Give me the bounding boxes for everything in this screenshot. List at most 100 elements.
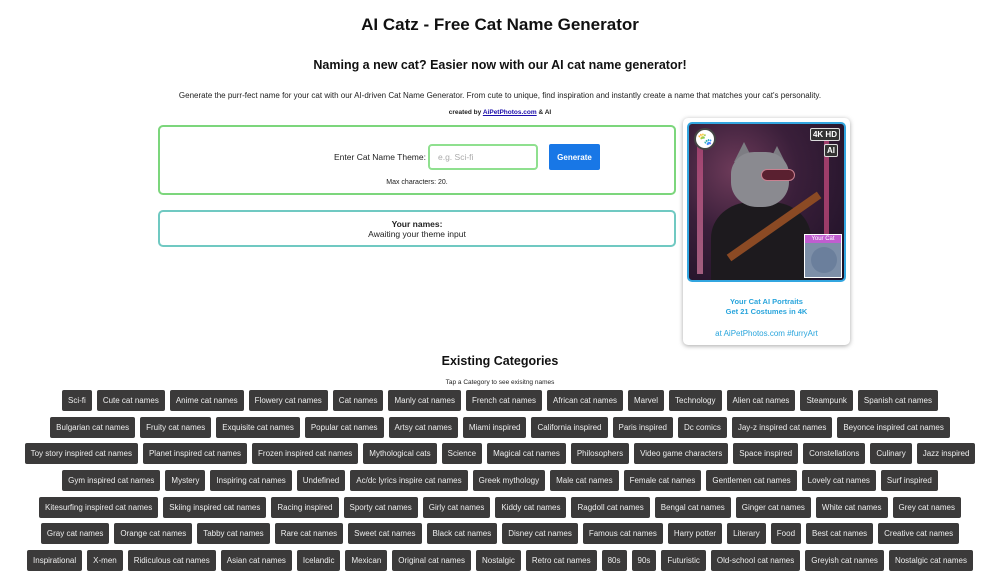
category-chip[interactable]: Jazz inspired (916, 443, 976, 465)
category-chip[interactable]: Rare cat names (274, 523, 344, 545)
category-chip[interactable]: Inspiring cat names (210, 470, 292, 492)
category-chip[interactable]: Paris inspired (612, 416, 673, 438)
category-chip[interactable]: Gray cat names (40, 523, 110, 545)
category-chip[interactable]: Original cat names (392, 550, 471, 572)
category-chip[interactable]: Spanish cat names (857, 390, 938, 411)
category-chip[interactable]: White cat names (815, 496, 888, 518)
category-chip[interactable]: French cat names (465, 390, 542, 411)
category-chip[interactable]: Marvel (628, 390, 665, 411)
category-chip[interactable]: Asian cat names (220, 550, 292, 572)
category-chip[interactable]: Kiddy cat names (495, 496, 567, 518)
category-chip[interactable]: Nostalgic (475, 550, 521, 572)
category-chip[interactable]: Magical cat names (487, 443, 566, 465)
category-chip[interactable]: Steampunk (800, 390, 853, 411)
category-chip[interactable]: Frozen inspired cat names (252, 443, 359, 465)
category-chip[interactable]: Futuristic (661, 550, 706, 572)
category-chip[interactable]: Best cat names (806, 523, 874, 545)
results-status: Awaiting your theme input (368, 229, 466, 239)
category-chip[interactable]: Grey cat names (892, 496, 961, 518)
category-chip[interactable]: Ac/dc lyrics inspire cat names (350, 470, 468, 492)
category-chip[interactable]: Male cat names (550, 470, 619, 492)
credit-suffix: & AI (538, 109, 552, 116)
category-chip[interactable]: Artsy cat names (388, 416, 458, 438)
category-chip[interactable]: Mystery (165, 470, 206, 492)
category-chip[interactable]: Creative cat names (878, 523, 960, 545)
category-chip[interactable]: Fruity cat names (140, 416, 212, 438)
category-chip[interactable]: Jay-z inspired cat names (731, 416, 833, 438)
category-chip[interactable]: Anime cat names (169, 390, 244, 411)
category-chip[interactable]: Sporty cat names (343, 496, 418, 518)
category-chip[interactable]: 90s (631, 550, 657, 572)
category-chip[interactable]: Black cat names (426, 523, 498, 545)
category-chip[interactable]: Sci-fi (62, 390, 92, 411)
ad-cat-portrait-image[interactable]: 🐾 4K HD AI Your Cat (687, 122, 846, 282)
category-chip[interactable]: Flowery cat names (248, 390, 328, 411)
category-chip[interactable]: Surf inspired (880, 470, 938, 492)
category-chip[interactable]: 80s (601, 550, 627, 572)
category-chip[interactable]: Literary (727, 523, 766, 545)
category-chip[interactable]: Tabby cat names (197, 523, 270, 545)
category-row: Bulgarian cat names Fruity cat names Exqui… (0, 416, 1000, 444)
category-chip[interactable]: Kitesurfing inspired cat names (39, 496, 159, 518)
category-chip[interactable]: X-men (87, 550, 123, 572)
category-chip[interactable]: Disney cat names (502, 523, 578, 545)
category-chip[interactable]: Skiing inspired cat names (163, 496, 267, 518)
category-chip[interactable]: Philosophers (570, 443, 630, 465)
category-chip[interactable]: Ginger cat names (735, 496, 811, 518)
category-chip[interactable]: Culinary (870, 443, 912, 465)
category-chip[interactable]: Nostalgic cat names (888, 550, 973, 572)
category-list: Sci-fi Cute cat names Anime cat names Flowe… (0, 390, 1000, 577)
category-chip[interactable]: Ragdoll cat names (571, 496, 650, 518)
category-chip[interactable]: Bulgarian cat names (50, 416, 136, 438)
paw-icon: 🐾 (694, 128, 716, 150)
category-chip[interactable]: Exquisite cat names (216, 416, 300, 438)
category-chip[interactable]: Miami inspired (462, 416, 527, 438)
category-chip[interactable]: Female cat names (623, 470, 702, 492)
ad-card[interactable]: 🐾 4K HD AI Your Cat Your Cat AI Portrait… (683, 118, 850, 345)
category-chip[interactable]: Racing inspired (271, 496, 339, 518)
category-chip[interactable]: Mythological cats (363, 443, 437, 465)
category-chip[interactable]: Space inspired (733, 443, 799, 465)
category-chip[interactable]: Technology (669, 390, 722, 411)
category-chip[interactable]: Toy story inspired cat names (24, 443, 138, 465)
category-chip[interactable]: Undefined (296, 470, 346, 492)
category-chip[interactable]: Old-school cat names (710, 550, 801, 572)
category-chip[interactable]: Greyish cat names (805, 550, 884, 572)
category-chip[interactable]: Popular cat names (304, 416, 384, 438)
category-chip[interactable]: Famous cat names (582, 523, 663, 545)
category-chip[interactable]: Alien cat names (726, 390, 796, 411)
category-chip[interactable]: Beyonce inspired cat names (837, 416, 950, 438)
results-panel: Your names: Awaiting your theme input (158, 210, 676, 247)
category-chip[interactable]: California inspired (531, 416, 608, 438)
category-chip[interactable]: Video game characters (634, 443, 729, 465)
category-chip[interactable]: Harry potter (667, 523, 723, 545)
category-chip[interactable]: Constellations (803, 443, 866, 465)
theme-input[interactable] (427, 144, 538, 170)
category-chip[interactable]: Ridiculous cat names (127, 550, 216, 572)
category-chip[interactable]: Inspirational (27, 550, 83, 572)
generate-button[interactable]: Generate (548, 144, 600, 170)
category-chip[interactable]: Sweet cat names (348, 523, 422, 545)
category-chip[interactable]: Food (770, 523, 802, 545)
category-chip[interactable]: Dc comics (677, 416, 727, 438)
ad-link[interactable]: at AiPetPhotos.com #furryArt (683, 329, 850, 338)
category-chip[interactable]: Planet inspired cat names (142, 443, 248, 465)
category-chip[interactable]: Cute cat names (96, 390, 165, 411)
category-chip[interactable]: Gentlemen cat names (706, 470, 797, 492)
category-chip[interactable]: Cat names (332, 390, 384, 411)
category-chip[interactable]: Mexican (345, 550, 388, 572)
category-chip[interactable]: Gym inspired cat names (62, 470, 161, 492)
credit-link[interactable]: AiPetPhotos.com (483, 109, 537, 116)
category-chip[interactable]: Greek mythology (472, 470, 546, 492)
category-chip[interactable]: Science (441, 443, 483, 465)
category-chip[interactable]: Manly cat names (388, 390, 461, 411)
category-chip[interactable]: Girly cat names (422, 496, 491, 518)
category-chip[interactable]: Bengal cat names (654, 496, 731, 518)
category-chip[interactable]: Retro cat names (525, 550, 597, 572)
category-chip[interactable]: Lovely cat names (801, 470, 876, 492)
category-chip[interactable]: African cat names (546, 390, 624, 411)
your-cat-label: Your Cat (805, 235, 841, 243)
category-row: Kitesurfing inspired cat names Skiing ins… (0, 496, 1000, 524)
category-chip[interactable]: Orange cat names (114, 523, 193, 545)
category-chip[interactable]: Icelandic (296, 550, 341, 572)
